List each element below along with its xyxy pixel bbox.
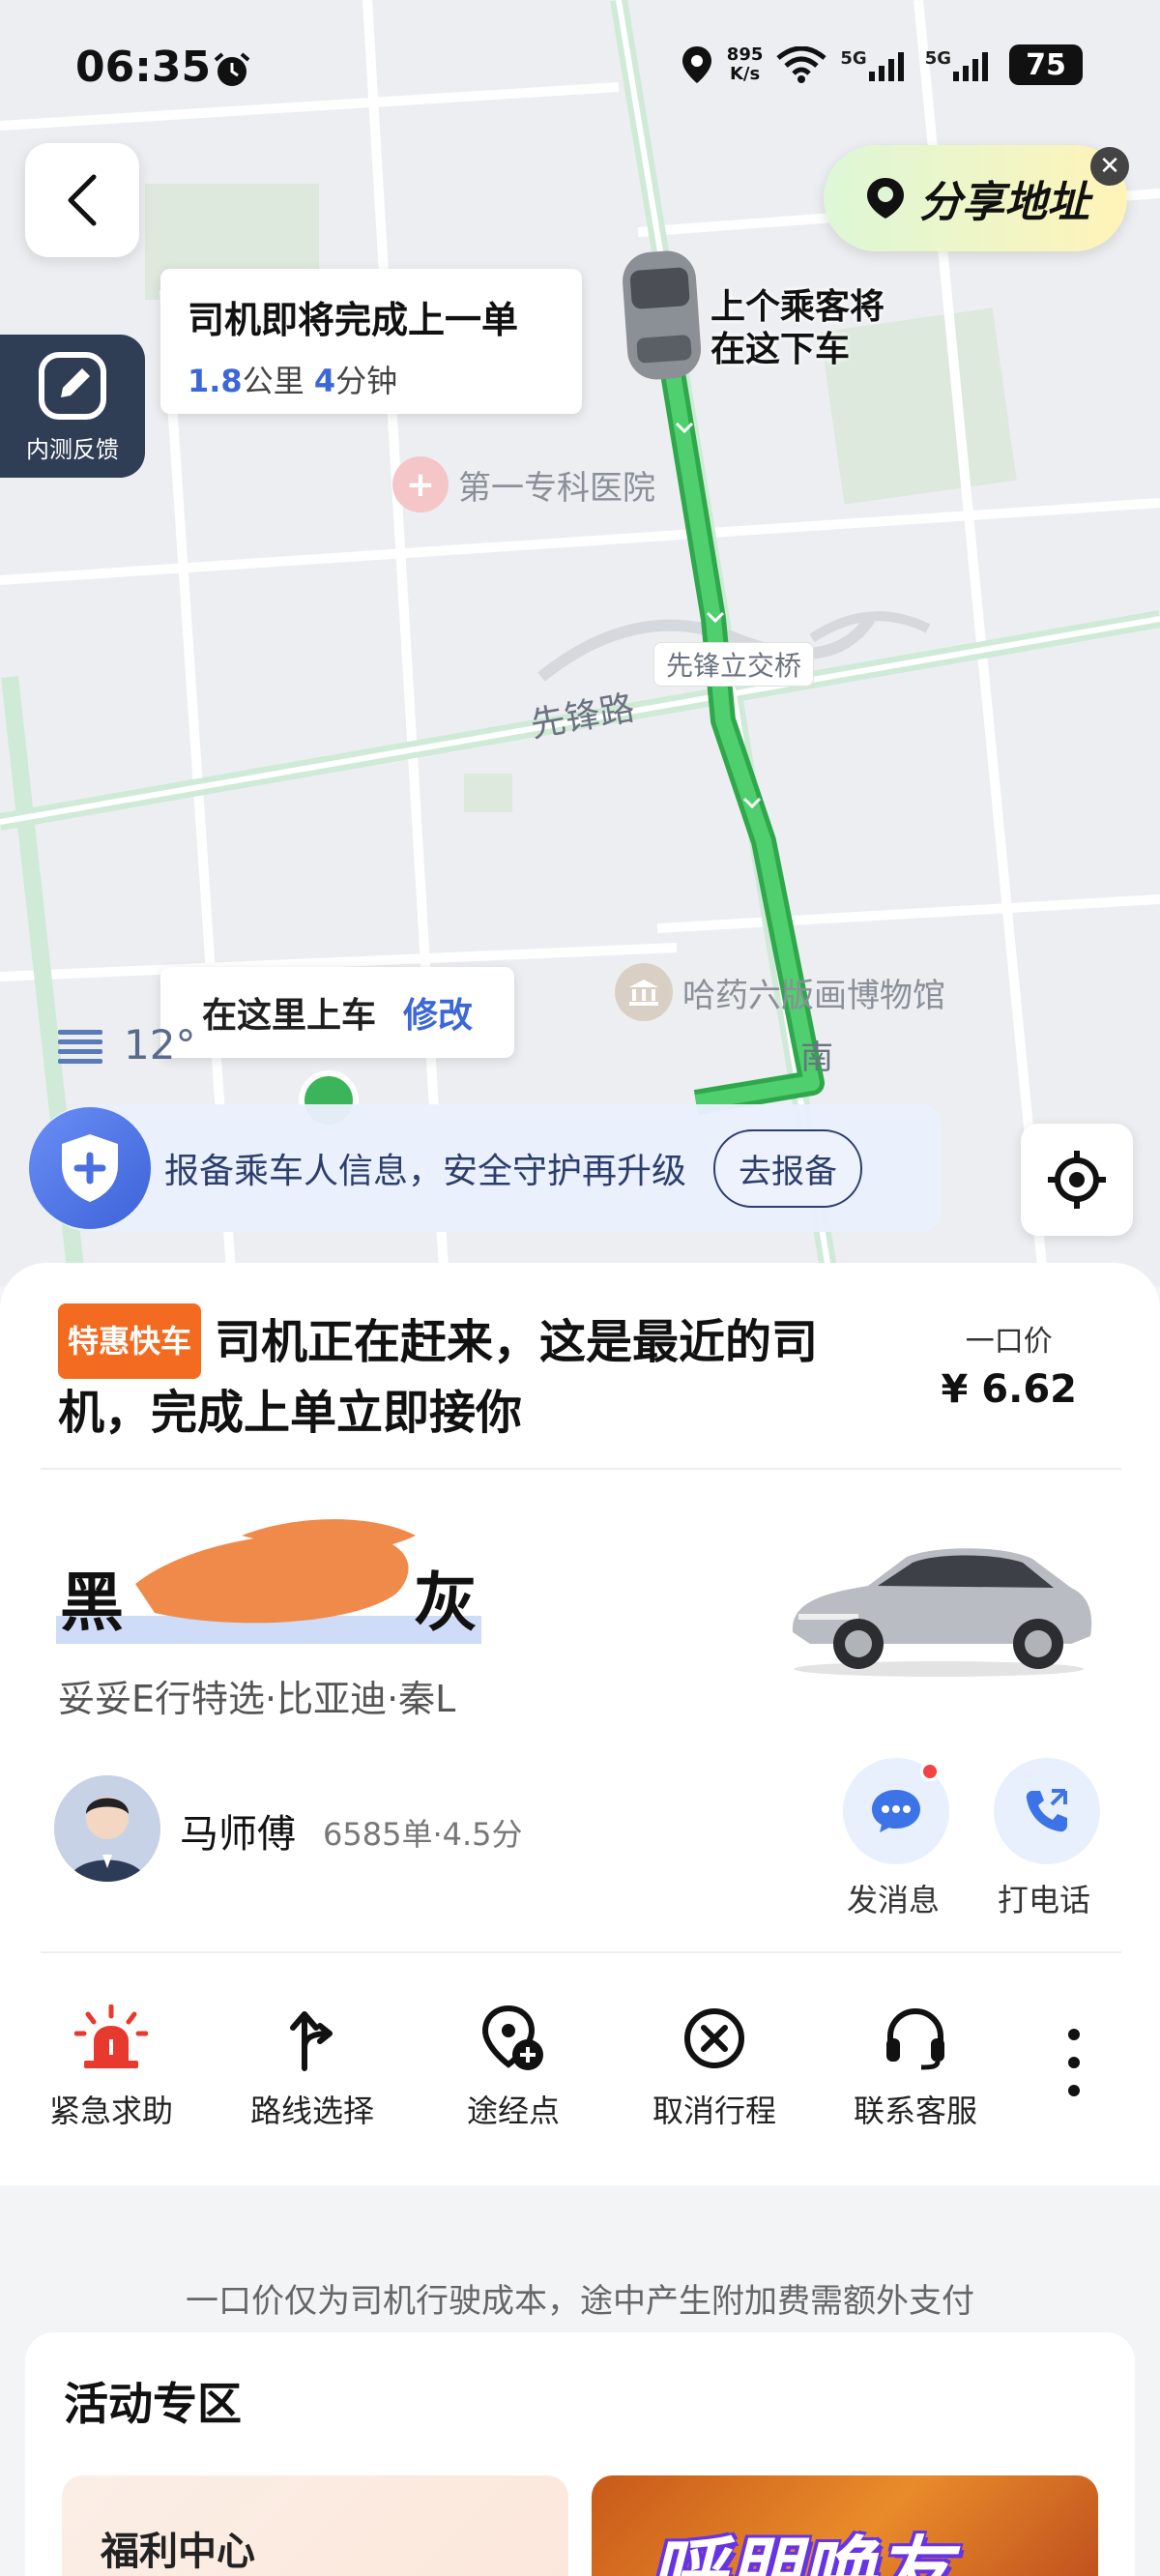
alarm-icon <box>214 52 250 86</box>
car-image <box>792 1548 1092 1677</box>
safety-text: 报备乘车人信息，安全守护再升级 <box>164 1152 687 1191</box>
chat-icon <box>872 1790 920 1832</box>
car-label: 上个乘客将 在这下车 <box>710 287 885 369</box>
status-icons: 895 K/s 5G 5G 75 <box>681 44 1083 85</box>
signal-bars-icon <box>868 52 904 81</box>
price-value: ¥ 6.62 <box>941 1367 1077 1412</box>
alarm-light-icon <box>74 2005 148 2068</box>
call-label: 打电话 <box>998 1882 1091 1918</box>
eta-title: 司机即将完成上一单 <box>188 299 519 341</box>
net-speed: 895 K/s <box>726 44 764 84</box>
route-fork-icon <box>290 2011 333 2071</box>
activity-title: 活动专区 <box>64 2378 242 2430</box>
cancel-circle-icon <box>684 2008 744 2068</box>
driver-avatar[interactable] <box>54 1775 160 1882</box>
promo-label: 呼朋唤友 <box>650 2530 952 2576</box>
driver-stats: 6585单·4.5分 <box>323 1816 523 1853</box>
invite-friends-card[interactable]: 呼朋唤友 <box>592 2475 1098 2576</box>
person-icon <box>54 1775 160 1882</box>
signal-2: 5G <box>925 48 996 81</box>
order-status: 特惠快车 司机正在赶来，这是最近的司机，完成上单立即接你 <box>58 1303 889 1447</box>
weather-indicator: 12° <box>56 1021 195 1068</box>
locate-button[interactable] <box>1021 1124 1133 1236</box>
road-label-south: 南 <box>800 1039 833 1077</box>
location-icon <box>682 46 711 83</box>
phone-icon <box>1026 1789 1067 1832</box>
more-options-button[interactable] <box>1059 2029 1088 2096</box>
more-dot <box>1068 2029 1080 2040</box>
cancel-label: 取消行程 <box>652 2093 776 2129</box>
headset-icon <box>886 2007 944 2070</box>
call-button[interactable] <box>994 1758 1100 1864</box>
shield-icon <box>29 1107 151 1229</box>
edit-icon <box>39 351 106 420</box>
cancel-trip-button[interactable]: 取消行程 <box>623 2000 806 2131</box>
customer-service-button[interactable]: 联系客服 <box>824 2000 1007 2131</box>
divider <box>41 1468 1121 1470</box>
bridge-label: 先锋立交桥 <box>653 642 815 687</box>
redaction-mask <box>135 1519 416 1624</box>
welfare-label: 福利中心 <box>101 2530 255 2574</box>
poi-museum[interactable]: 哈药六版画博物馆 <box>615 963 945 1021</box>
pickup-card: 在这里上车 修改 <box>160 967 514 1058</box>
price-box[interactable]: 一口价 ¥ 6.62 <box>942 1317 1077 1412</box>
route-label: 路线选择 <box>249 2093 374 2129</box>
waypoint-button[interactable]: 途经点 <box>421 2000 605 2131</box>
fog-icon <box>58 1029 102 1064</box>
service-tag: 特惠快车 <box>58 1303 202 1379</box>
trip-sheet: 特惠快车 司机正在赶来，这是最近的司机，完成上单立即接你 一口价 ¥ 6.62 黑… <box>0 1263 1160 2185</box>
feedback-label: 内测反馈 <box>26 435 119 463</box>
sos-label: 紧急求助 <box>48 2093 173 2129</box>
eta-card: 司机即将完成上一单 1.8公里 4分钟 <box>160 269 582 414</box>
more-dot <box>1068 2057 1080 2068</box>
wifi-icon <box>776 46 826 83</box>
message-label: 发消息 <box>847 1882 941 1918</box>
feedback-button[interactable]: 内测反馈 <box>0 335 145 478</box>
shield-plus-icon <box>62 1134 118 1202</box>
unread-dot <box>920 1762 940 1781</box>
route-select-button[interactable]: 路线选择 <box>220 2000 404 2131</box>
service-label: 联系客服 <box>853 2093 977 2129</box>
signal-1: 5G <box>840 48 911 81</box>
battery-indicator: 75 <box>1009 44 1083 85</box>
safety-banner[interactable]: 报备乘车人信息，安全守护再升级 去报备 <box>29 1104 942 1232</box>
sos-button[interactable]: 紧急求助 <box>19 2000 203 2131</box>
trip-toolbar: 紧急求助 路线选择 途经点 取消行程 联系客服 <box>0 2000 1160 2164</box>
eta-detail: 1.8公里 4分钟 <box>188 363 398 399</box>
share-address-button[interactable]: 分享地址 <box>824 145 1127 251</box>
order-header: 特惠快车 司机正在赶来，这是最近的司机，完成上单立即接你 <box>58 1303 889 1447</box>
pickup-modify-link[interactable]: 修改 <box>403 987 473 1038</box>
chevron-left-icon <box>68 174 97 226</box>
museum-icon <box>615 963 673 1021</box>
report-button[interactable]: 去报备 <box>713 1128 863 1208</box>
share-close-button[interactable]: ✕ <box>1090 147 1129 186</box>
more-dot <box>1068 2085 1080 2096</box>
signal-bars-icon <box>953 52 988 81</box>
status-time: 06:35 <box>75 43 212 92</box>
building-icon <box>629 980 658 1006</box>
map-view[interactable]: 06:35 895 K/s 5G 5G 75 分享地址 ✕ 内测反馈 司机即将完… <box>0 0 1160 1286</box>
car-model: 妥妥E行特选·比亚迪·秦L <box>58 1678 456 1720</box>
activity-section: 活动专区 福利中心 呼朋唤友 <box>25 2332 1135 2576</box>
price-label: 一口价 <box>965 1325 1053 1359</box>
close-icon: ✕ <box>1099 152 1120 181</box>
divider <box>41 1951 1121 1953</box>
status-bar: 06:35 895 K/s 5G 5G 75 <box>0 0 1160 135</box>
hospital-icon: + <box>392 456 449 512</box>
poi-hospital[interactable]: + 第一专科医院 <box>392 456 655 512</box>
locate-icon <box>1048 1151 1106 1209</box>
back-button[interactable] <box>25 143 139 257</box>
waypoint-label: 途经点 <box>466 2093 560 2129</box>
waypoint-add-icon <box>481 2005 543 2070</box>
price-disclaimer: 一口价仅为司机行驶成本，途中产生附加费需额外支付 <box>186 2282 974 2321</box>
share-location-icon <box>867 178 904 219</box>
welfare-center-card[interactable]: 福利中心 <box>62 2475 568 2576</box>
share-label: 分享地址 <box>919 178 1089 227</box>
driver-name: 马师傅 <box>180 1812 296 1857</box>
pickup-text: 在这里上车 <box>201 996 376 1036</box>
